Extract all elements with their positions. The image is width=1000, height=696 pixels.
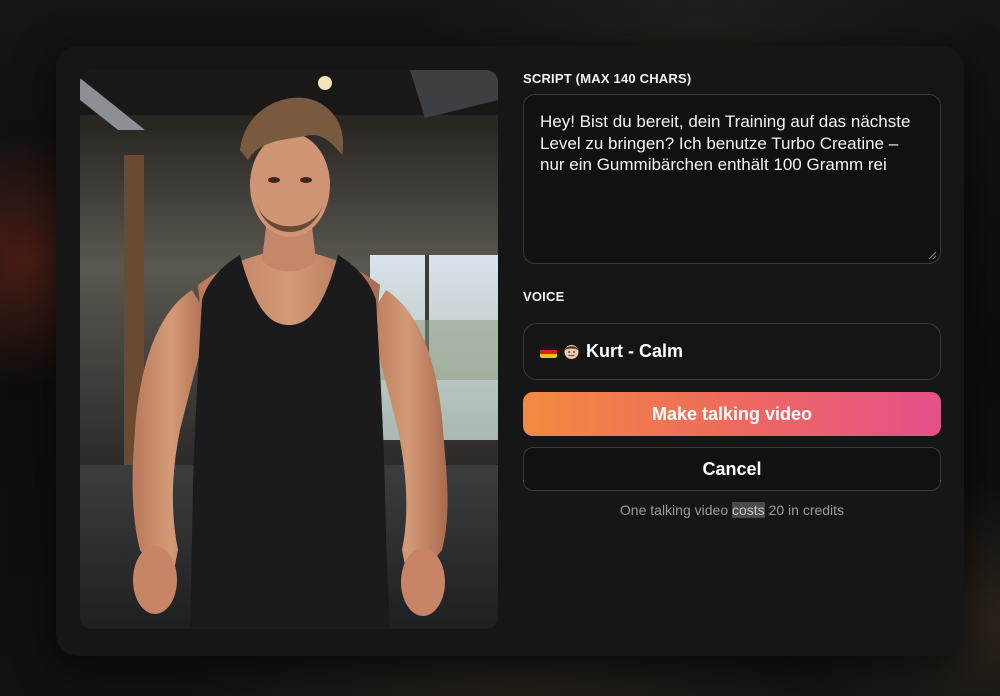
- avatar-photo: [80, 70, 498, 629]
- make-talking-video-button[interactable]: Make talking video: [523, 392, 941, 436]
- man-face-icon: [564, 345, 579, 359]
- script-label: SCRIPT (MAX 140 CHARS): [523, 71, 692, 86]
- credits-note-highlight: costs: [732, 502, 765, 518]
- talking-video-dialog: SCRIPT (MAX 140 CHARS) Hey! Bist du bere…: [56, 46, 964, 656]
- voice-name: Kurt - Calm: [586, 341, 684, 361]
- voice-label: VOICE: [523, 289, 565, 304]
- credits-note-after: 20 in credits: [768, 502, 845, 518]
- germany-flag-icon: [540, 345, 557, 358]
- voice-select[interactable]: Kurt - Calm: [523, 323, 941, 380]
- credits-note-before: One talking video: [619, 502, 729, 518]
- resize-grip-icon[interactable]: [928, 251, 937, 260]
- script-textarea[interactable]: Hey! Bist du bereit, dein Training auf d…: [523, 94, 941, 264]
- script-text: Hey! Bist du bereit, dein Training auf d…: [540, 112, 916, 174]
- cancel-button[interactable]: Cancel: [523, 447, 941, 491]
- credits-note: One talking video costs 20 in credits: [523, 502, 941, 518]
